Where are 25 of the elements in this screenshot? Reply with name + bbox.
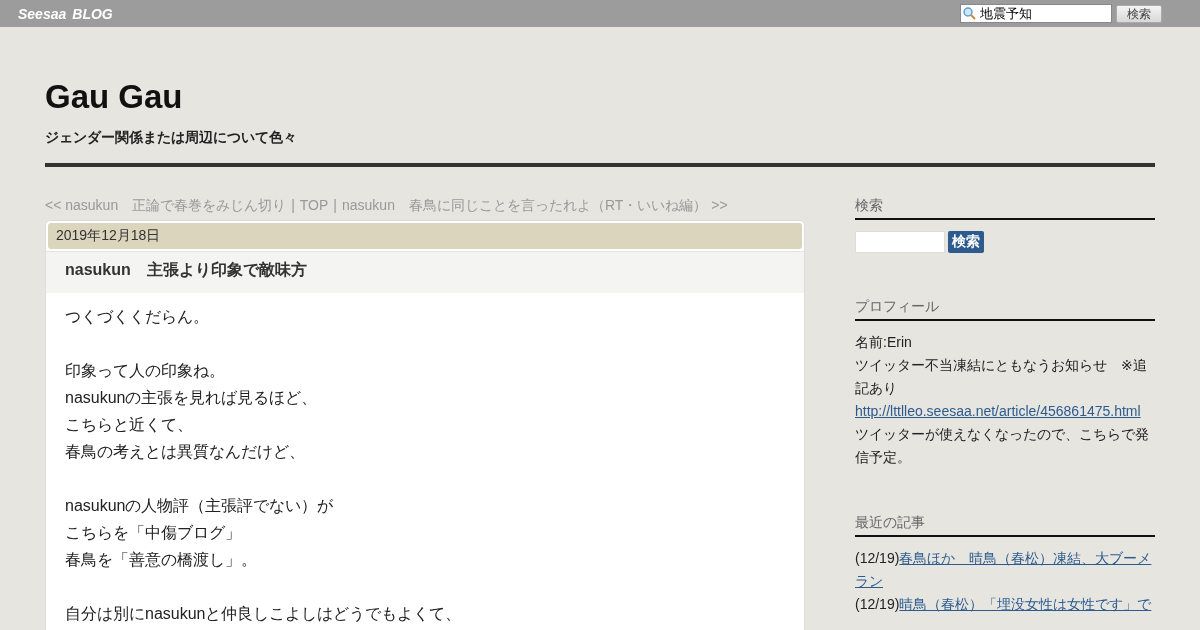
profile-name: 名前:Erin — [855, 333, 913, 352]
blog-subtitle: ジェンダー関係または周辺について色々 — [45, 129, 298, 147]
blog-title[interactable]: Gau Gau — [45, 75, 1155, 119]
search-field[interactable]: 地震予知 — [960, 4, 1112, 23]
search-icon — [963, 7, 976, 20]
article-paragraph: 自分は別にnasukunと仲良しこよしはどうでもよくて、 — [65, 604, 463, 624]
sidebar-search-button[interactable]: 検索 — [948, 231, 984, 253]
nav-separator: | — [290, 197, 296, 215]
article-title: nasukun 主張より印象で敵味方 — [46, 251, 804, 293]
sidebar-search-field[interactable] — [855, 231, 945, 253]
profile-note: ツイッターが使えなくなったので、こちらで発信予定。 — [855, 425, 1150, 467]
article-paragraph: nasukunの人物評（主張評でない）が こちらを「中傷ブログ」 春鳥を「善意の橋渡し」。 — [65, 496, 335, 570]
search-button[interactable]: 検索 — [1116, 4, 1162, 23]
sidebar-heading: 検索 — [855, 197, 1155, 220]
sidebar-heading: プロフィール — [855, 298, 1155, 321]
sidebar-heading: 最近の記事 — [855, 514, 1155, 537]
logo-suffix: BLOG — [72, 5, 113, 22]
article-date: 2019年12月18日 — [48, 223, 802, 249]
article-paragraph: つくづくくだらん。 — [65, 307, 210, 327]
article-paragraph: 印象って人の印象ね。 nasukunの主張を見れば見るほど、 こちらと近くて、 春鳥の考えとは異質なんだけど、 — [65, 361, 319, 462]
profile-link[interactable]: http://lttlleo.seesaa.net/article/456861475.html — [855, 403, 1141, 419]
recent-article-entry[interactable]: (12/19)春鳥ほか 晴鳥（春松）凍結、大ブーメラン — [855, 547, 1155, 593]
recent-article-entry[interactable]: (12/19)晴鳥（春松）「埋没女性は女性です」で — [855, 593, 1155, 616]
profile-notice: ツイッター不当凍結にともなうお知らせ ※追記あり — [855, 356, 1148, 398]
nav-separator: | — [332, 197, 338, 215]
